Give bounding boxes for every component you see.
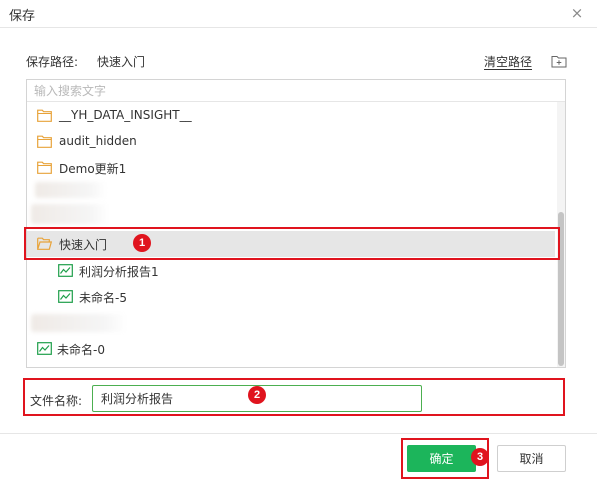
dialog-title: 保存	[9, 9, 36, 24]
confirm-button[interactable]: 确定	[407, 445, 476, 472]
folder-plus-icon[interactable]	[551, 54, 567, 68]
blurred-tree-item	[31, 204, 109, 224]
save-path-value: 快速入门	[97, 55, 146, 69]
clear-path-link[interactable]: 清空路径	[484, 53, 532, 70]
tree-item-label: Demo更新1	[59, 162, 127, 176]
tree-item-audit-hidden[interactable]: audit_hidden	[27, 129, 555, 155]
tree-item-label: 未命名-5	[79, 291, 127, 305]
tree-item-untitled-0[interactable]: 未命名-0	[27, 336, 555, 362]
tree-item-yh-data-insight[interactable]: __YH_DATA_INSIGHT__	[27, 103, 555, 129]
report-chart-icon	[58, 264, 73, 277]
tree-item-label: __YH_DATA_INSIGHT__	[59, 108, 192, 122]
tree-item-label: 利润分析报告1	[79, 265, 159, 279]
save-path-label: 保存路径:	[26, 55, 79, 69]
tree-item-demo[interactable]: Demo更新1	[27, 155, 555, 181]
tree-item-untitled-5[interactable]: 未命名-5	[27, 284, 555, 310]
annotation-badge: 1	[133, 234, 151, 252]
folder-tree: __YH_DATA_INSIGHT__ audit_hidden Demo更新1…	[26, 79, 566, 368]
annotation-badge: 3	[471, 448, 489, 466]
folder-icon	[37, 135, 52, 148]
tree-item-quick-start[interactable]: 快速入门	[27, 231, 555, 257]
cancel-button[interactable]: 取消	[497, 445, 566, 472]
blurred-tree-item	[35, 182, 107, 198]
report-chart-icon	[58, 290, 73, 303]
folder-icon	[37, 161, 52, 174]
close-icon[interactable]: ×	[568, 4, 586, 22]
tree-item-profit-report-1[interactable]: 利润分析报告1	[27, 258, 555, 284]
tree-item-label: 快速入门	[59, 238, 108, 252]
report-chart-icon	[37, 342, 52, 355]
dialog-header: 保存 ×	[0, 0, 597, 28]
folder-icon	[37, 109, 52, 122]
search-input[interactable]	[27, 80, 565, 102]
annotation-badge: 2	[248, 386, 266, 404]
filename-label: 文件名称:	[30, 394, 83, 408]
folder-open-icon	[37, 237, 52, 250]
scrollbar-thumb[interactable]	[558, 212, 564, 366]
blurred-tree-item	[31, 314, 127, 332]
save-path-row: 保存路径: 快速入门 清空路径	[0, 44, 597, 76]
tree-item-label: 未命名-0	[57, 343, 105, 357]
tree-item-label: audit_hidden	[59, 134, 137, 148]
